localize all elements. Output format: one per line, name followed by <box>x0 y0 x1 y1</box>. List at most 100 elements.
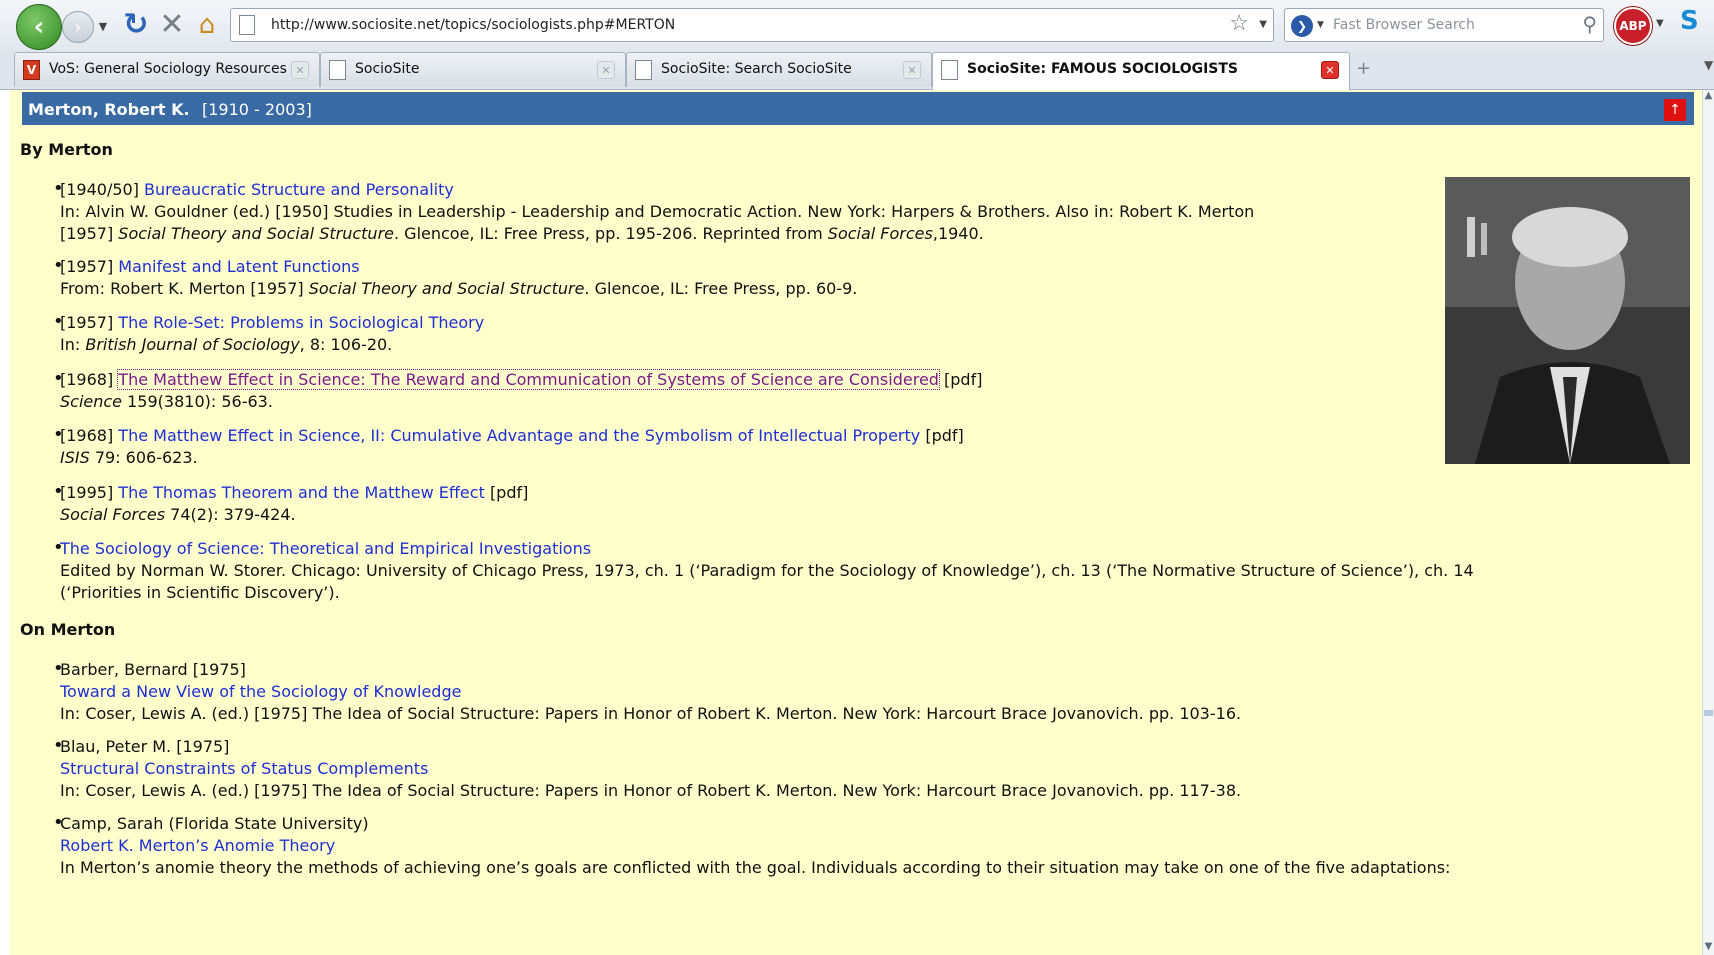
item-source-text: 79: 606-623. <box>89 448 198 467</box>
item-source-text: 74(2): 379-424. <box>165 505 296 524</box>
page-icon <box>239 15 255 35</box>
portrait-image <box>1445 177 1690 464</box>
vertical-scrollbar[interactable]: ▲ ▼ <box>1702 90 1714 955</box>
item-year: [1957] <box>60 257 114 276</box>
close-icon[interactable]: ✕ <box>291 61 309 79</box>
scroll-up-icon[interactable]: ▲ <box>1703 90 1714 104</box>
search-input[interactable]: Fast Browser Search <box>1333 17 1475 33</box>
item-link[interactable]: Bureaucratic Structure and Personality <box>144 180 454 199</box>
reload-icon[interactable]: ↻ <box>120 7 152 42</box>
item-source-title: British Journal of Sociology <box>85 335 300 354</box>
tab-label: SocioSite <box>355 61 420 77</box>
item-source-text: From: Robert K. Merton [1957] <box>60 279 309 298</box>
page-icon <box>941 60 958 80</box>
sociologist-years: [1910 - 2003] <box>202 100 312 119</box>
item-source-title: Social Theory and Social Structure <box>118 224 394 243</box>
item-source-text: , 8: 106-20. <box>299 335 393 354</box>
tab-famous-sociologists[interactable]: SocioSite: FAMOUS SOCIOLOGISTS ✕ <box>932 52 1350 90</box>
tab-label: SocioSite: FAMOUS SOCIOLOGISTS <box>967 61 1239 77</box>
back-icon[interactable]: ‹ <box>16 4 62 50</box>
bullet: • <box>53 735 64 756</box>
pdf-label: [pdf] <box>489 483 529 502</box>
star-icon[interactable]: ☆ <box>1229 11 1249 36</box>
bullet: • <box>53 481 64 502</box>
item-source: In: Coser, Lewis A. (ed.) [1975] The Ide… <box>60 704 1242 723</box>
item-author: Blau, Peter M. [1975] <box>60 737 230 756</box>
item-source-title: ISIS <box>60 448 90 467</box>
item-link[interactable]: Toward a New View of the Sociology of Kn… <box>60 682 461 701</box>
close-icon[interactable]: ✕ <box>597 61 615 79</box>
bullet: • <box>53 658 64 679</box>
tab-sociosite[interactable]: SocioSite ✕ <box>320 52 626 87</box>
tab-label: SocioSite: Search SocioSite <box>661 61 852 77</box>
item-year: [1940/50] <box>60 180 139 199</box>
item-source-text: . Glencoe, IL: Free Press, pp. 195-206. … <box>394 224 828 243</box>
list-item: • The Sociology of Science: Theoretical … <box>53 537 1690 604</box>
item-source: In Merton’s anomie theory the methods of… <box>60 858 1451 877</box>
back-to-top-icon[interactable]: ↑ <box>1664 99 1686 121</box>
adblock-dropdown-icon[interactable]: ▼ <box>1656 18 1664 29</box>
tab-vos[interactable]: V VoS: General Sociology Resources ✕ <box>14 52 320 87</box>
item-year: [1968] <box>60 370 114 389</box>
home-icon[interactable]: ⌂ <box>190 8 224 42</box>
close-icon[interactable]: ✕ <box>1321 61 1339 79</box>
item-source-title: Social Forces <box>827 224 933 243</box>
merton-portrait <box>1445 177 1690 464</box>
history-dropdown-icon[interactable]: ▼ <box>96 14 110 38</box>
item-link[interactable]: Robert K. Merton’s Anomie Theory <box>60 836 335 855</box>
item-link[interactable]: The Sociology of Science: Theoretical an… <box>60 539 591 558</box>
tab-list-icon[interactable]: ▼ <box>1704 58 1713 72</box>
pdf-label: [pdf] <box>925 426 964 445</box>
item-link[interactable]: The Role-Set: Problems in Sociological T… <box>118 313 484 332</box>
forward-icon[interactable]: › <box>62 11 94 43</box>
bullet: • <box>53 812 64 833</box>
bullet: • <box>53 537 64 558</box>
pdf-label: [pdf] <box>944 370 983 389</box>
item-link[interactable]: Manifest and Latent Functions <box>118 257 359 276</box>
bullet: • <box>53 178 64 199</box>
search-box[interactable]: ❯ ▼ Fast Browser Search ⚲ <box>1284 8 1604 42</box>
item-source-text: ,1940. <box>932 224 984 243</box>
page-icon <box>329 60 346 80</box>
list-item: • [1968] The Matthew Effect in Science: … <box>53 368 983 413</box>
vos-icon: V <box>23 60 40 80</box>
item-source-text: In: <box>60 335 86 354</box>
list-item: • Barber, Bernard [1975] Toward a New Vi… <box>53 658 1242 725</box>
section-header: Merton, Robert K. [1910 - 2003] ↑ <box>22 92 1694 125</box>
list-item: • Camp, Sarah (Florida State University)… <box>53 812 1700 879</box>
search-icon[interactable]: ⚲ <box>1582 12 1597 36</box>
item-source: In: Coser, Lewis A. (ed.) [1975] The Ide… <box>60 781 1242 800</box>
adblock-plus-icon[interactable]: ABP <box>1614 7 1652 45</box>
address-bar[interactable]: http://www.sociosite.net/topics/sociolog… <box>230 8 1274 42</box>
url-text[interactable]: http://www.sociosite.net/topics/sociolog… <box>271 17 675 33</box>
tab-label: VoS: General Sociology Resources <box>49 61 287 77</box>
scroll-down-icon[interactable]: ▼ <box>1703 941 1714 955</box>
item-year: [1995] <box>60 483 114 502</box>
tab-search-sociosite[interactable]: SocioSite: Search SocioSite ✕ <box>626 52 932 87</box>
item-source: In: Alvin W. Gouldner (ed.) [1950] Studi… <box>60 202 1255 221</box>
bullet: • <box>53 424 64 445</box>
scroll-thumb[interactable] <box>1704 710 1713 716</box>
item-link[interactable]: The Matthew Effect in Science, II: Cumul… <box>118 426 920 445</box>
list-item: • [1995] The Thomas Theorem and the Matt… <box>53 481 529 526</box>
item-link[interactable]: Structural Constraints of Status Complem… <box>60 759 428 778</box>
item-source-text: 159(3810): 56-63. <box>122 392 273 411</box>
search-engine-dropdown-icon[interactable]: ▼ <box>1317 20 1324 30</box>
skype-icon[interactable]: S <box>1680 6 1710 40</box>
item-source-text: [1957] <box>60 224 119 243</box>
url-dropdown-icon[interactable]: ▼ <box>1259 19 1267 30</box>
close-icon[interactable]: ✕ <box>903 61 921 79</box>
list-item: • [1968] The Matthew Effect in Science, … <box>53 424 964 469</box>
item-year: [1968] <box>60 426 114 445</box>
bullet: • <box>53 255 64 276</box>
search-engine-icon[interactable]: ❯ <box>1291 15 1313 37</box>
stop-icon[interactable]: ✕ <box>156 7 188 42</box>
new-tab-icon[interactable]: + <box>1356 58 1371 79</box>
tab-bar: V VoS: General Sociology Resources ✕ Soc… <box>0 50 1714 90</box>
item-year: [1957] <box>60 313 114 332</box>
item-source-title: Social Theory and Social Structure <box>308 279 585 298</box>
item-link[interactable]: The Matthew Effect in Science: The Rewar… <box>117 369 940 390</box>
item-author: Camp, Sarah (Florida State University) <box>60 814 369 833</box>
item-link[interactable]: The Thomas Theorem and the Matthew Effec… <box>118 483 485 502</box>
list-item: • Blau, Peter M. [1975] Structural Const… <box>53 735 1242 802</box>
